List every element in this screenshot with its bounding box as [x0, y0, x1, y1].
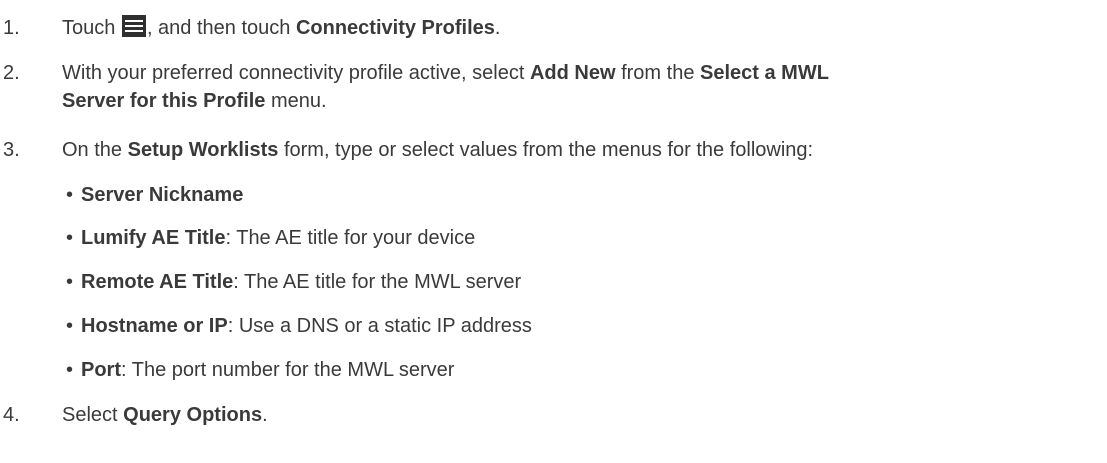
list-item-text: Hostname or IP: Use a DNS or a static IP…: [81, 312, 1103, 340]
setup-worklists-label: Setup Worklists: [127, 139, 279, 161]
list-item-text: Port: The port number for the MWL server: [81, 356, 1103, 384]
list-item-text: Remote AE Title: The AE title for the MW…: [81, 268, 1103, 296]
step-number: 1.: [3, 17, 20, 39]
step-number: 2.: [3, 62, 20, 84]
query-options-label: Query Options: [123, 404, 263, 426]
step-text: On the Setup Worklists form, type or sel…: [62, 136, 1103, 164]
step-3-text-start: On the: [62, 139, 128, 161]
step-2-text-middle: from the: [615, 62, 701, 84]
field-description: : The AE title for your device: [225, 227, 476, 249]
select-mwl-server-label-line2: Server for this Profile: [62, 90, 266, 112]
step-2-text-start: With your preferred connectivity profile…: [62, 62, 530, 84]
step-text: Select Query Options.: [62, 401, 1103, 429]
select-mwl-server-label-line1: Select a MWL: [700, 62, 829, 84]
add-new-label: Add New: [529, 62, 616, 84]
step-1-text-start: Touch: [62, 17, 121, 39]
field-label: Hostname or IP: [81, 315, 228, 337]
field-description: : The AE title for the MWL server: [233, 271, 522, 293]
bullet-symbol: •: [66, 271, 74, 293]
step-1-text-end: .: [494, 17, 501, 39]
field-description: : The port number for the MWL server: [121, 359, 455, 381]
list-item-text: Server Nickname: [81, 181, 1103, 209]
step-text: With your preferred connectivity profile…: [62, 59, 1103, 115]
step-1-text-middle: , and then touch: [146, 17, 296, 39]
field-label: Lumify AE Title: [81, 227, 226, 249]
field-label: Remote AE Title: [81, 271, 234, 293]
instruction-document: 1. Touch , and then touch Connectivity P…: [0, 0, 1107, 463]
connectivity-profiles-label: Connectivity Profiles: [295, 17, 495, 39]
field-description: : Use a DNS or a static IP address: [227, 315, 532, 337]
step-4-text-end: .: [262, 404, 268, 426]
step-3-text-end: form, type or select values from the men…: [278, 139, 814, 161]
step-number: 3.: [3, 139, 20, 161]
bullet-symbol: •: [66, 359, 74, 381]
bullet-symbol: •: [66, 227, 74, 249]
step-2-text-end: menu.: [265, 90, 327, 112]
bullet-symbol: •: [66, 315, 74, 337]
bullet-symbol: •: [66, 184, 74, 206]
field-label: Server Nickname: [81, 184, 244, 206]
step-text: Touch , and then touch Connectivity Prof…: [62, 14, 1103, 42]
menu-icon: [121, 15, 146, 37]
list-item-text: Lumify AE Title: The AE title for your d…: [81, 224, 1103, 252]
step-4-text-start: Select: [62, 404, 124, 426]
field-label: Port: [81, 359, 121, 381]
step-number: 4.: [3, 404, 20, 426]
